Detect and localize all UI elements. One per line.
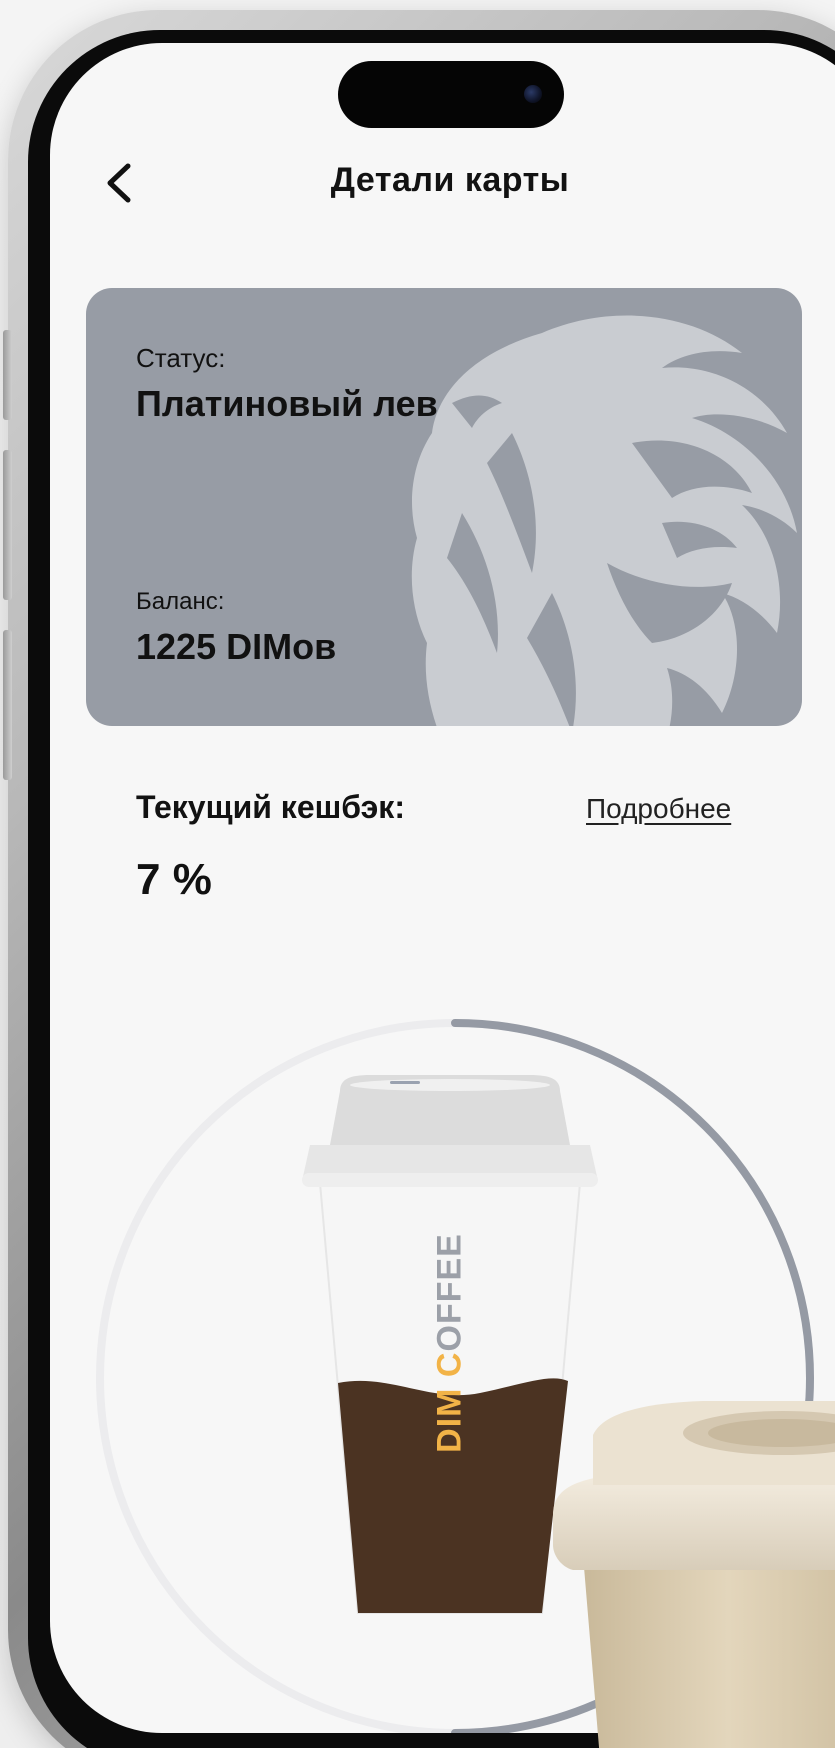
- page-title: Детали карты: [330, 161, 570, 199]
- balance-value: 1225 DIMов: [136, 626, 337, 667]
- status-value: Платиновый лев: [136, 383, 438, 424]
- brand-c: C: [430, 1351, 469, 1378]
- brand-dim: DIM: [430, 1377, 469, 1453]
- stage: Детали карты Статус: Платиновый лев Бала…: [0, 0, 835, 1748]
- paper-cup-photo: [553, 1401, 835, 1748]
- volume-down-button: [3, 630, 12, 780]
- action-button: [3, 330, 12, 420]
- cashback-label: Текущий кешбэк:: [136, 789, 405, 825]
- brand-coffee: OFFEE: [430, 1233, 469, 1352]
- front-camera-icon: [524, 85, 542, 103]
- details-link[interactable]: Подробнее: [586, 793, 731, 825]
- loyalty-card[interactable]: Статус: Платиновый лев Баланс: 1225 DIMо…: [86, 288, 802, 726]
- dynamic-island: [338, 61, 564, 128]
- lion-head-icon: [411, 315, 797, 726]
- status-label: Статус:: [136, 343, 226, 373]
- balance-label: Баланс:: [136, 588, 225, 615]
- cup-brand-label: DIM COFFEE: [431, 1233, 470, 1453]
- volume-up-button: [3, 450, 12, 600]
- cashback-value: 7 %: [136, 855, 212, 904]
